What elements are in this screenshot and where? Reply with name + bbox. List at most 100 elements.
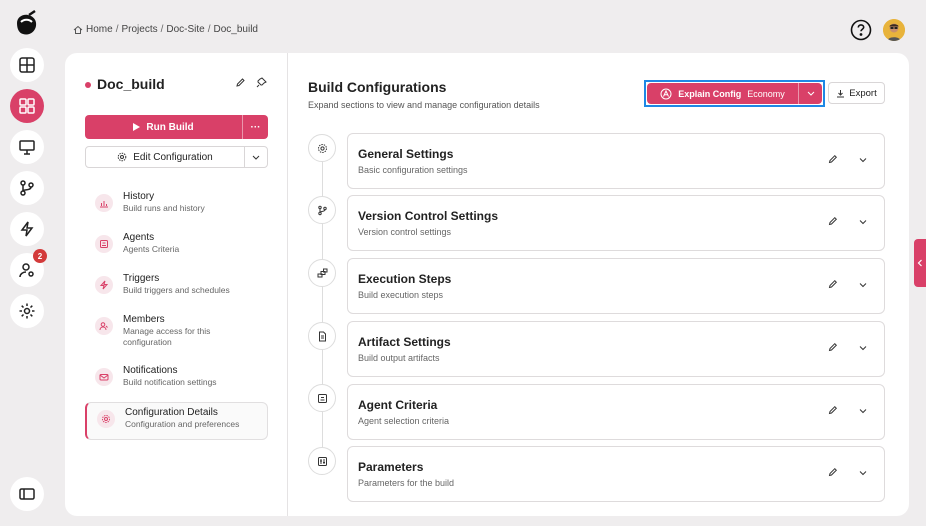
pencil-icon[interactable] bbox=[828, 467, 838, 477]
edit-configuration-button[interactable]: Edit Configuration bbox=[85, 146, 268, 168]
chevron-down-icon[interactable] bbox=[858, 217, 868, 227]
home-icon[interactable] bbox=[73, 25, 83, 35]
user-settings-icon bbox=[19, 263, 34, 278]
chevron-down-icon[interactable] bbox=[858, 406, 868, 416]
step-version-control bbox=[308, 196, 336, 224]
play-icon bbox=[133, 123, 141, 131]
chevron-down-icon[interactable] bbox=[858, 343, 868, 353]
breadcrumb-separator: / bbox=[160, 24, 164, 35]
nav-item-title: Members bbox=[123, 314, 165, 325]
nav-item-title: Configuration Details bbox=[125, 407, 218, 418]
section-title: Parameters bbox=[358, 460, 424, 474]
page-subtitle: Expand sections to view and manage confi… bbox=[308, 100, 540, 110]
app-logo-icon[interactable] bbox=[11, 9, 41, 39]
edit-configuration-label: Edit Configuration bbox=[133, 151, 213, 163]
edit-configuration-main[interactable]: Edit Configuration bbox=[86, 147, 245, 167]
pencil-icon[interactable] bbox=[235, 77, 246, 88]
breadcrumb-separator: / bbox=[115, 24, 119, 35]
layout-icon-button[interactable] bbox=[10, 48, 44, 82]
nav-item-configuration-details[interactable]: Configuration Details Configuration and p… bbox=[85, 402, 268, 440]
nav-item-history[interactable]: History Build runs and history bbox=[85, 191, 268, 214]
notification-badge: 2 bbox=[33, 249, 47, 263]
nav-item-subtitle: Manage access for this configuration bbox=[123, 326, 211, 347]
breadcrumb-site[interactable]: Doc-Site bbox=[166, 24, 204, 35]
members-icon bbox=[95, 317, 113, 335]
edit-dropdown-button[interactable] bbox=[245, 147, 267, 167]
explain-dropdown-button[interactable] bbox=[799, 83, 822, 104]
export-button[interactable]: Export bbox=[828, 82, 885, 104]
avatar[interactable] bbox=[883, 19, 905, 41]
parameters-icon bbox=[317, 456, 327, 466]
gear-icon bbox=[117, 152, 127, 162]
sidebar-toggle-icon bbox=[19, 488, 35, 500]
explain-config-button[interactable]: Explain Config Economy bbox=[647, 83, 822, 104]
chevron-down-icon[interactable] bbox=[858, 280, 868, 290]
explain-config-main[interactable]: Explain Config Economy bbox=[647, 83, 799, 104]
breadcrumb: Home / Projects / Doc-Site / Doc_build bbox=[73, 24, 258, 35]
monitor-icon bbox=[19, 140, 35, 155]
avatar-image bbox=[883, 19, 905, 41]
pencil-icon[interactable] bbox=[828, 154, 838, 164]
nav-item-title: Agents bbox=[123, 232, 155, 243]
main-card: Doc_build Run Build ··· Edit Configurati… bbox=[65, 53, 909, 516]
chevron-down-icon[interactable] bbox=[858, 468, 868, 478]
section-artifact-settings[interactable]: Artifact Settings Build output artifacts bbox=[347, 321, 885, 377]
dashboard-icon bbox=[19, 98, 35, 114]
page-title: Build Configurations bbox=[308, 79, 447, 95]
monitor-button[interactable] bbox=[10, 130, 44, 164]
step-agent-criteria bbox=[308, 384, 336, 412]
download-icon bbox=[837, 89, 845, 97]
run-build-button[interactable]: Run Build ··· bbox=[85, 115, 268, 139]
run-build-main[interactable]: Run Build bbox=[85, 115, 243, 139]
agent-icon bbox=[317, 393, 327, 403]
branch-button[interactable] bbox=[10, 171, 44, 205]
nav-item-title: Triggers bbox=[123, 273, 160, 284]
nav-item-triggers[interactable]: Triggers Build triggers and schedules bbox=[85, 273, 268, 296]
chevron-down-icon[interactable] bbox=[858, 155, 868, 165]
section-title: Version Control Settings bbox=[358, 209, 499, 223]
pencil-icon[interactable] bbox=[828, 342, 838, 352]
section-parameters[interactable]: Parameters Parameters for the build bbox=[347, 446, 885, 502]
section-version-control-settings[interactable]: Version Control Settings Version control… bbox=[347, 195, 885, 251]
help-icon[interactable] bbox=[850, 19, 872, 41]
settings-button[interactable] bbox=[10, 294, 44, 328]
nav-item-title: Notifications bbox=[123, 365, 178, 376]
breadcrumb-projects[interactable]: Projects bbox=[121, 24, 157, 35]
pencil-icon[interactable] bbox=[828, 405, 838, 415]
sidebar-toggle-button[interactable] bbox=[10, 477, 44, 511]
section-agent-criteria[interactable]: Agent Criteria Agent selection criteria bbox=[347, 384, 885, 440]
project-title: Doc_build bbox=[97, 76, 165, 92]
lightning-button[interactable] bbox=[10, 212, 44, 246]
step-execution bbox=[308, 259, 336, 287]
pencil-icon[interactable] bbox=[828, 216, 838, 226]
layout-icon bbox=[19, 57, 35, 73]
pin-icon[interactable] bbox=[256, 77, 267, 88]
breadcrumb-home[interactable]: Home bbox=[86, 24, 113, 35]
section-subtitle: Basic configuration settings bbox=[358, 165, 468, 175]
section-execution-steps[interactable]: Execution Steps Build execution steps bbox=[347, 258, 885, 314]
nav-item-notifications[interactable]: Notifications Build notification settings bbox=[85, 365, 268, 388]
lightning-icon bbox=[20, 221, 34, 237]
breadcrumb-separator: / bbox=[207, 24, 211, 35]
section-title: Execution Steps bbox=[358, 272, 452, 286]
pencil-icon[interactable] bbox=[828, 279, 838, 289]
section-title: General Settings bbox=[358, 147, 454, 161]
nav-item-subtitle: Build runs and history bbox=[123, 203, 205, 213]
section-general-settings[interactable]: General Settings Basic configuration set… bbox=[347, 133, 885, 189]
nav-item-members[interactable]: Members Manage access for this configurat… bbox=[85, 314, 268, 348]
left-rail: 2 bbox=[0, 0, 52, 526]
explain-config-mode: Economy bbox=[747, 88, 785, 99]
steps-icon bbox=[317, 268, 327, 277]
export-label: Export bbox=[849, 87, 877, 99]
collapse-panel-tab[interactable] bbox=[914, 239, 926, 287]
git-branch-icon bbox=[20, 180, 34, 196]
nav-item-agents[interactable]: Agents Agents Criteria bbox=[85, 232, 268, 255]
gear-icon bbox=[317, 143, 327, 153]
ai-icon bbox=[660, 88, 672, 99]
users-button[interactable]: 2 bbox=[10, 249, 47, 287]
dashboard-button[interactable] bbox=[10, 89, 44, 123]
step-artifact bbox=[308, 322, 336, 350]
lightning-icon bbox=[95, 276, 113, 294]
section-title: Agent Criteria bbox=[358, 398, 438, 412]
run-more-button[interactable]: ··· bbox=[243, 115, 268, 139]
